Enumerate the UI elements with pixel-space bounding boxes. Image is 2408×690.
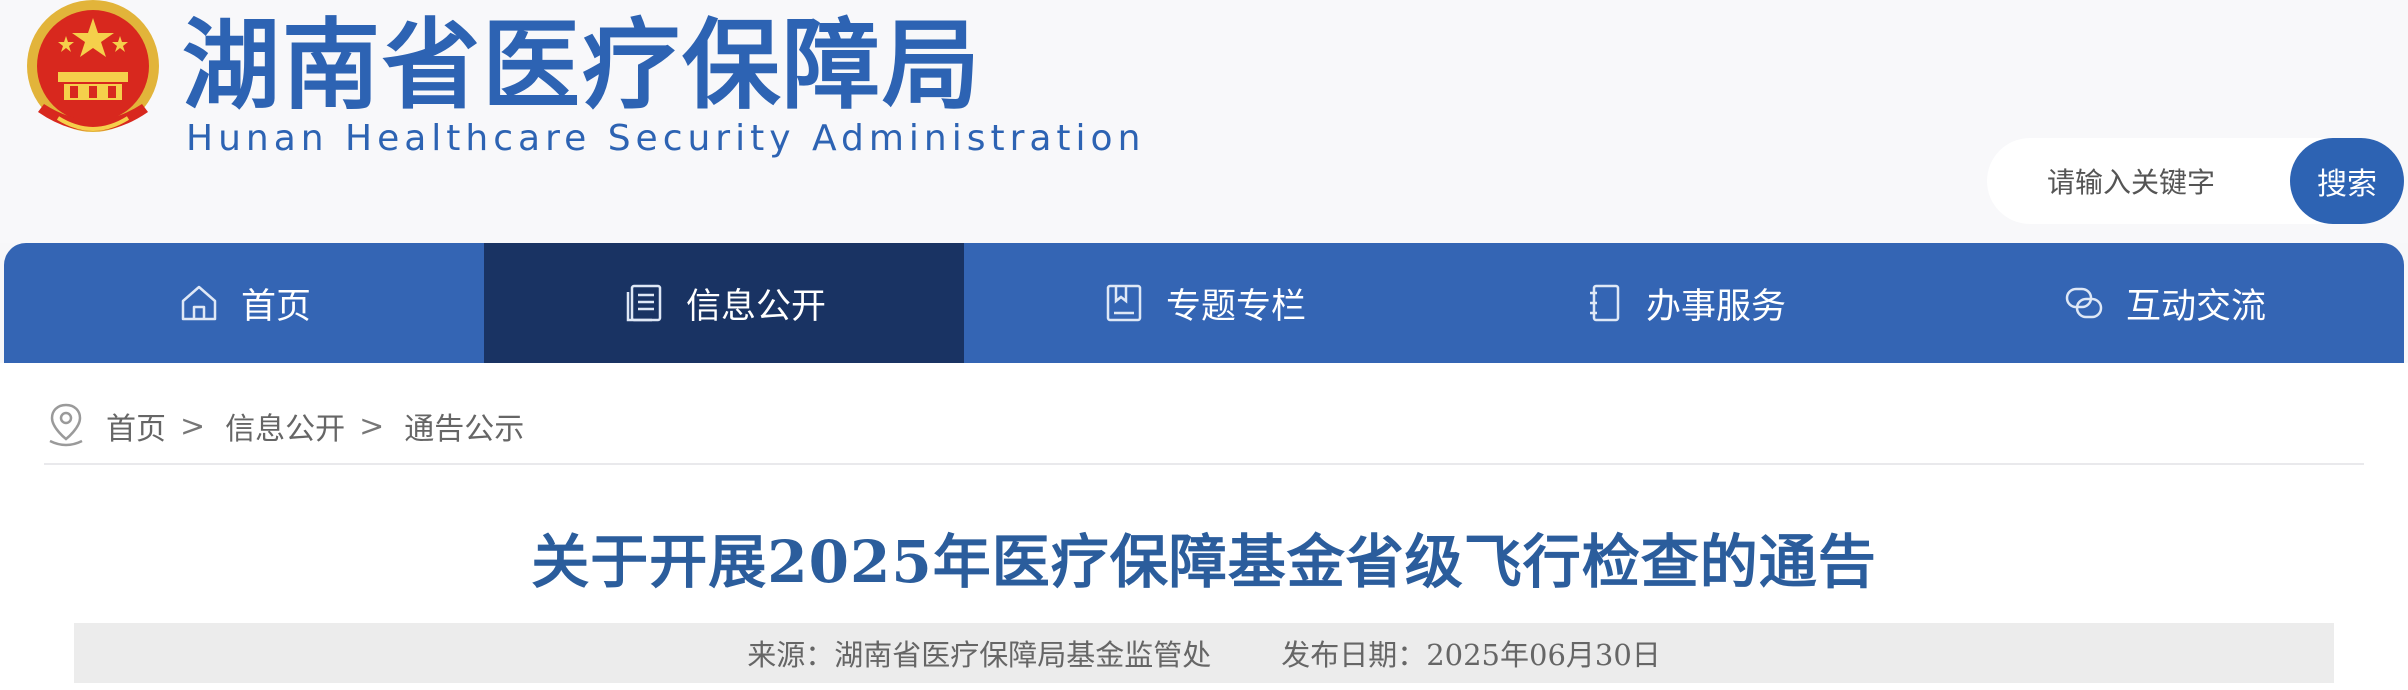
nav-item-services[interactable]: 办事服务 — [1444, 243, 1924, 363]
article-meta: 来源：湖南省医疗保障局基金监管处 发布日期：2025年06月30日 — [74, 623, 2334, 683]
breadcrumb-separator: > — [359, 408, 385, 444]
notebook-icon — [1582, 281, 1626, 325]
breadcrumb-separator: > — [180, 408, 206, 444]
article-title: 关于开展2025年医疗保障基金省级飞行检查的通告 — [531, 528, 1877, 596]
search-button[interactable]: 搜索 — [2290, 138, 2404, 224]
article-page: 首页 > 信息公开 > 通告公示 关于开展2025年医疗保障基金省级飞行检查的通… — [0, 363, 2408, 690]
nav-item-special-topics[interactable]: 专题专栏 — [964, 243, 1444, 363]
site-title: 湖南省医疗保障局 — [182, 9, 983, 123]
site-subtitle-en: Hunan Healthcare Security Administration — [186, 118, 1146, 159]
nav-item-label: 信息公开 — [685, 286, 826, 327]
national-emblem-icon — [27, 0, 159, 132]
main-nav: 首页 信息公开 专题专栏 办事服务 互动交流 — [4, 243, 2404, 363]
nav-item-label: 专题专栏 — [1165, 286, 1306, 327]
home-icon — [177, 281, 221, 325]
search-input[interactable] — [2045, 158, 2279, 206]
breadcrumb-home[interactable]: 首页 — [106, 404, 166, 448]
nav-item-label: 首页 — [240, 286, 311, 327]
breadcrumb: 首页 > 信息公开 > 通告公示 — [44, 403, 524, 449]
location-pin-icon — [49, 403, 83, 447]
bookmark-book-icon — [1102, 281, 1146, 325]
nav-item-label: 互动交流 — [2125, 286, 2266, 327]
chat-bubbles-icon — [2062, 281, 2106, 325]
nav-item-home[interactable]: 首页 — [4, 243, 484, 363]
breadcrumb-info-disclosure[interactable]: 信息公开 — [225, 404, 345, 448]
article-date: 发布日期：2025年06月30日 — [1281, 638, 1661, 672]
site-header: 湖南省医疗保障局 Hunan Healthcare Security Admin… — [0, 0, 2408, 243]
nav-item-label: 办事服务 — [1645, 286, 1786, 327]
article-source: 来源：湖南省医疗保障局基金监管处 — [747, 638, 1212, 672]
nav-item-info-disclosure[interactable]: 信息公开 — [484, 243, 964, 363]
divider — [44, 463, 2364, 465]
search-box — [1987, 138, 2327, 224]
document-list-icon — [622, 281, 666, 325]
nav-item-interaction[interactable]: 互动交流 — [1924, 243, 2404, 363]
breadcrumb-current[interactable]: 通告公示 — [404, 404, 524, 448]
